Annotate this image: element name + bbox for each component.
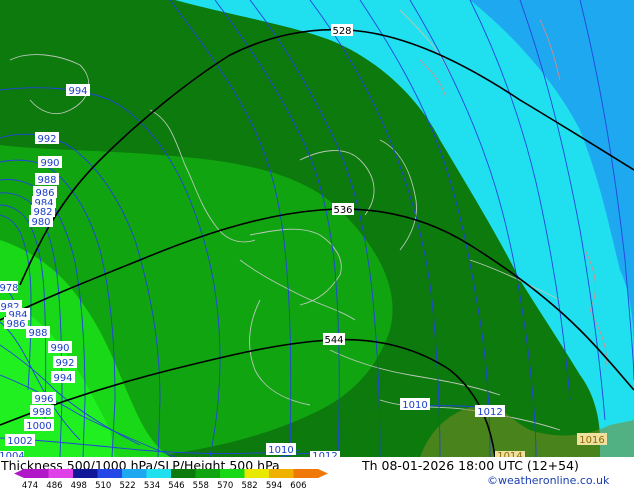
colorbar-legend: 474 486 498 510 522 534 546 558 570 582 594 606 [14,469,328,490]
slp-label: 980 [29,215,53,228]
thickness-label-528-text: 528 [332,26,351,37]
colorbar-tick-label: 534 [144,481,160,490]
slp-label: 1010 [400,398,430,411]
slp-label: 978 [0,281,19,294]
thickness-label-528: 528 [331,24,353,37]
colorbar-swatch [269,469,294,478]
svg-text:986: 986 [6,319,25,330]
thickness-label-536-text: 536 [333,205,352,216]
thickness-label-536: 536 [332,203,354,216]
colorbar-tick-label: 570 [217,481,233,490]
colorbar-tick-label: 510 [95,481,111,490]
colorbar-tick-label: 558 [193,481,209,490]
thickness-label-544-text: 544 [324,335,343,346]
svg-text:994: 994 [53,373,72,384]
slp-label: 994 [66,84,90,97]
colorbar-tick-label: 486 [46,481,62,490]
svg-text:988: 988 [28,328,47,339]
svg-text:990: 990 [40,158,59,169]
svg-text:994: 994 [68,86,87,97]
svg-text:1012: 1012 [477,407,502,418]
slp-label: 1000 [24,419,54,432]
svg-text:996: 996 [34,394,53,405]
slp-label: 990 [48,341,72,354]
slp-label: 988 [26,326,50,339]
colorbar-labels: 474 486 498 510 522 534 546 558 570 582 594 606 [22,481,307,490]
colorbar-swatch [146,469,172,478]
colorbar-swatch [195,469,221,478]
colorbar-tick-label: 498 [71,481,87,490]
slp-label: 1016 [577,433,607,446]
weather-map-panel: 528 536 544 994 992 990 988 986 984 982 … [0,0,634,490]
slp-label: 996 [32,392,56,405]
svg-text:1010: 1010 [402,400,427,411]
colorbar-swatch [244,469,270,478]
svg-text:980: 980 [31,217,50,228]
colorbar-tick-label: 546 [168,481,184,490]
svg-text:990: 990 [50,343,69,354]
map-footer: Thickness 500/1000 hPa/SLP/Height 500 hP… [0,457,634,490]
svg-text:1010: 1010 [268,445,293,456]
colorbar-swatches [14,469,328,478]
slp-label: 986 [4,317,28,330]
slp-label: 990 [38,156,62,169]
thickness-label-544: 544 [323,333,345,346]
slp-label: 998 [30,405,54,418]
weather-map: 528 536 544 994 992 990 988 986 984 982 … [0,0,634,457]
slp-label: 992 [53,356,77,369]
colorbar-swatch [48,469,74,478]
slp-label: 1012 [475,405,505,418]
map-datetime: Th 08-01-2026 18:00 UTC (12+54) [362,458,579,473]
svg-text:1002: 1002 [7,436,32,447]
svg-text:998: 998 [32,407,51,418]
colorbar-swatch [122,469,147,478]
colorbar-swatch [171,469,196,478]
colorbar-swatch [293,469,319,478]
credit-text[interactable]: ©weatheronline.co.uk [487,474,609,487]
colorbar-swatch [220,469,245,478]
svg-text:992: 992 [37,134,56,145]
colorbar-tick-label: 474 [22,481,38,490]
colorbar-swatch [73,469,98,478]
colorbar-swatch [24,469,49,478]
slp-label: 988 [35,173,59,186]
slp-label: 1002 [5,434,35,447]
colorbar-tick-label: 522 [119,481,135,490]
colorbar-tick-label: 606 [290,481,306,490]
svg-text:992: 992 [55,358,74,369]
colorbar-tick-label: 582 [241,481,257,490]
colorbar-arrow-right [318,469,328,478]
slp-label: 992 [35,132,59,145]
svg-text:1000: 1000 [26,421,51,432]
colorbar-swatch [97,469,123,478]
svg-text:988: 988 [37,175,56,186]
colorbar-arrow-left [14,469,24,478]
svg-text:978: 978 [0,283,19,294]
slp-label: 994 [51,371,75,384]
svg-text:1016: 1016 [579,435,604,446]
slp-label: 1010 [266,443,296,456]
colorbar-tick-label: 594 [266,481,282,490]
